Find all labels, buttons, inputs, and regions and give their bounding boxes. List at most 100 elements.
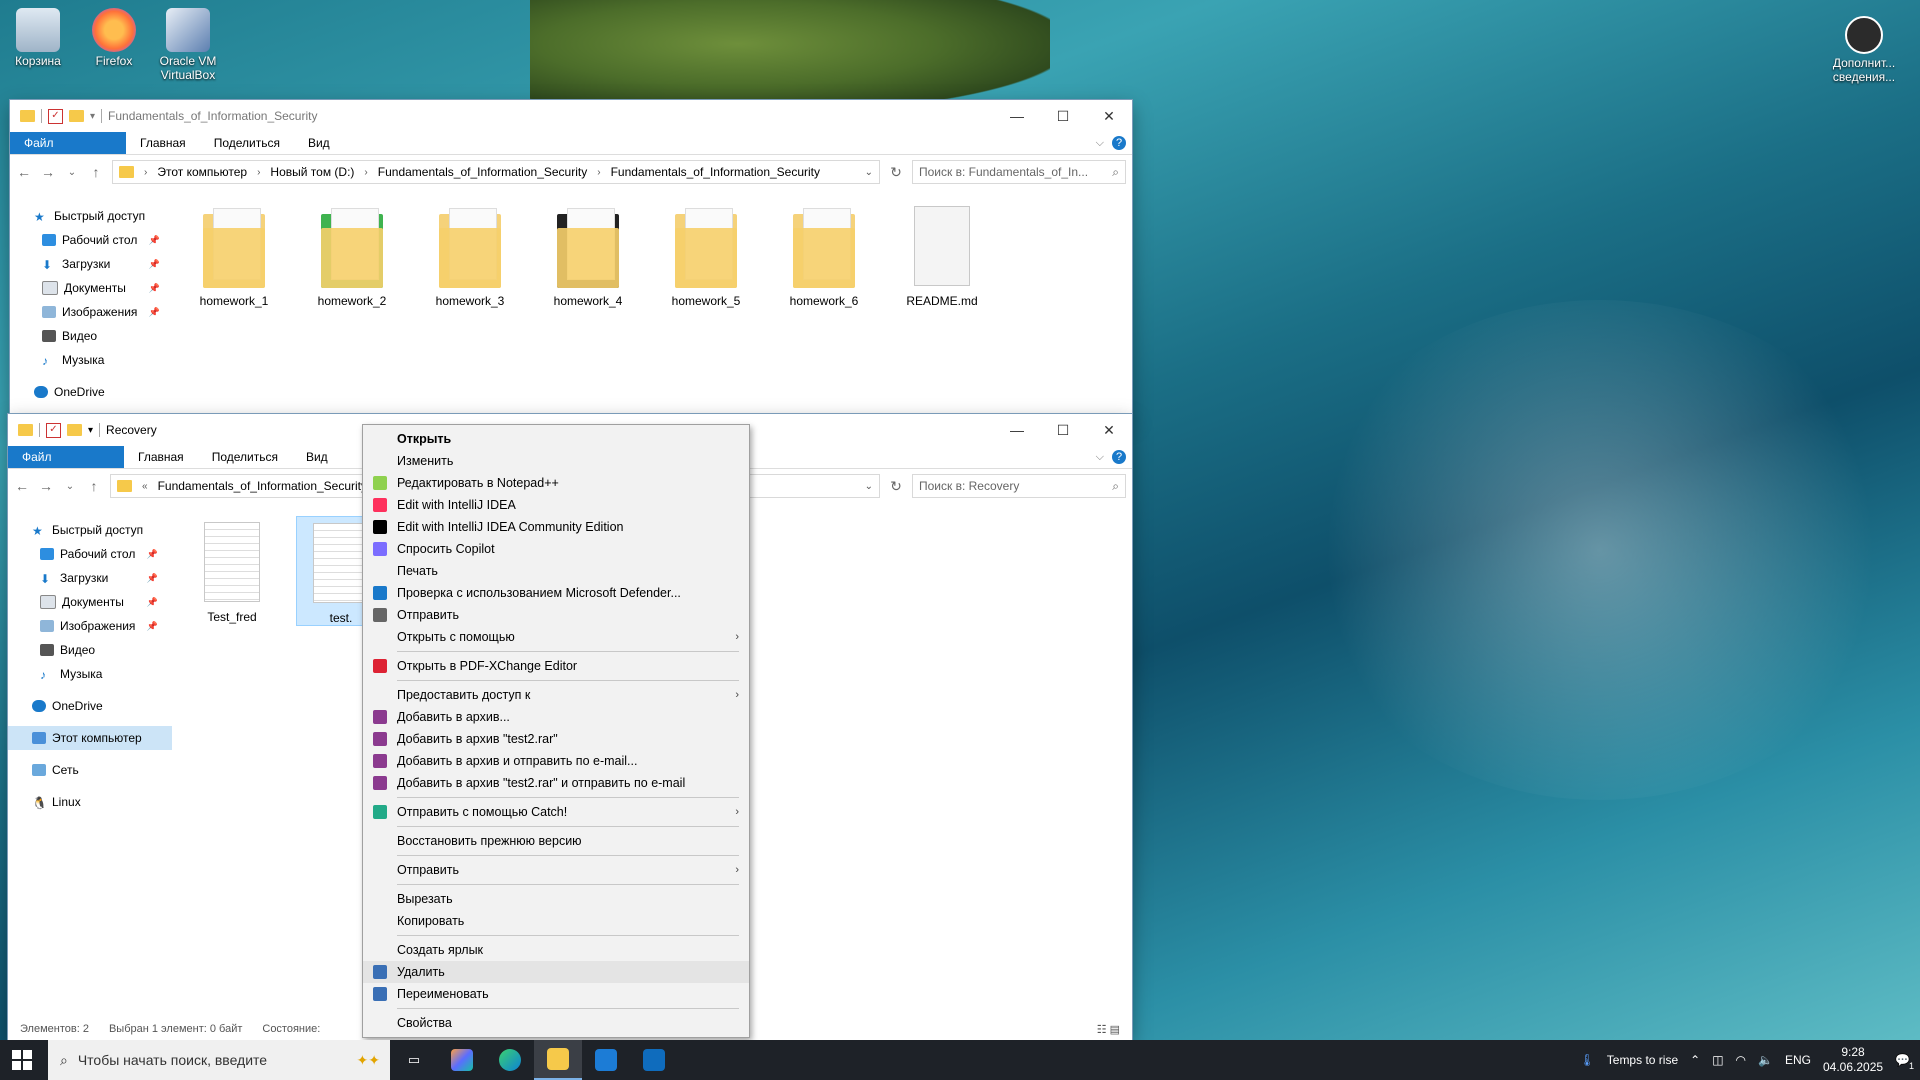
up-button[interactable]: ↑ xyxy=(86,478,102,494)
taskbar-app-edge[interactable] xyxy=(486,1040,534,1080)
weather-text[interactable]: Temps to rise xyxy=(1607,1053,1678,1067)
up-button[interactable]: ↑ xyxy=(88,164,104,180)
expand-ribbon-icon[interactable]: ⌵ xyxy=(1096,137,1104,150)
new-folder-icon[interactable] xyxy=(67,424,82,436)
refresh-icon[interactable]: ↻ xyxy=(888,164,904,181)
chevron-up-icon[interactable]: ⌃ xyxy=(1690,1053,1700,1067)
taskbar-app-store[interactable] xyxy=(582,1040,630,1080)
nav-item-pictures[interactable]: Изображения 📌 xyxy=(10,300,170,324)
context-menu-item[interactable]: Добавить в архив... xyxy=(363,706,749,728)
address-bar[interactable]: › Этот компьютер › Новый том (D:) › Fund… xyxy=(112,160,880,184)
search-input[interactable]: Поиск в: Fundamentals_of_In... ⌕ xyxy=(912,160,1126,184)
tab-file[interactable]: Файл xyxy=(10,132,126,154)
close-button[interactable]: ✕ xyxy=(1086,414,1132,446)
nav-item-documents[interactable]: Документы 📌 xyxy=(10,276,170,300)
context-menu-item[interactable]: Переименовать xyxy=(363,983,749,1005)
pin-icon[interactable]: 📌 xyxy=(147,549,158,560)
context-menu-item[interactable]: Открыть xyxy=(363,428,749,450)
file-item[interactable]: Test_fred xyxy=(188,516,276,626)
breadcrumb-item[interactable]: Новый том (D:) xyxy=(270,165,354,179)
forward-button[interactable]: → xyxy=(40,164,56,180)
context-menu-item[interactable]: Создать ярлык xyxy=(363,939,749,961)
help-icon[interactable]: ? xyxy=(1112,450,1126,464)
minimize-button[interactable]: — xyxy=(994,414,1040,446)
context-menu-item[interactable]: Отправить › xyxy=(363,859,749,881)
file-item[interactable]: homework_5 xyxy=(662,206,750,308)
file-item[interactable]: homework_1 xyxy=(190,206,278,308)
file-item[interactable]: homework_2 xyxy=(308,206,396,308)
context-menu-item[interactable]: Свойства xyxy=(363,1012,749,1034)
nav-item-documents[interactable]: Документы 📌 xyxy=(8,590,168,614)
desktop-icon-virtualbox[interactable]: Oracle VM VirtualBox xyxy=(150,4,226,82)
tab-view[interactable]: Вид xyxy=(292,446,342,468)
nav-item-desktop[interactable]: Рабочий стол 📌 xyxy=(10,228,170,252)
chevron-down-icon[interactable]: ⌄ xyxy=(865,167,873,178)
maximize-button[interactable]: ☐ xyxy=(1040,414,1086,446)
context-menu-item[interactable]: Добавить в архив и отправить по e-mail..… xyxy=(363,750,749,772)
minimize-button[interactable]: — xyxy=(994,100,1040,132)
taskbar-search[interactable]: ⌕ Чтобы начать поиск, введите ✦✦ xyxy=(48,1040,390,1080)
breadcrumb-item[interactable]: Fundamentals_of_Information_Security xyxy=(611,165,820,179)
recent-dropdown-icon[interactable]: ⌄ xyxy=(64,167,80,178)
properties-icon[interactable]: ✓ xyxy=(46,422,61,438)
task-view-button[interactable]: ▭ xyxy=(390,1040,438,1080)
title-bar[interactable]: ✓ ▾ Fundamentals_of_Information_Security… xyxy=(10,100,1132,132)
pin-icon[interactable]: 📌 xyxy=(147,573,158,584)
nav-item-pictures[interactable]: Изображения 📌 xyxy=(8,614,168,638)
context-menu-item[interactable]: Edit with IntelliJ IDEA Community Editio… xyxy=(363,516,749,538)
nav-item-network[interactable]: Сеть xyxy=(8,758,168,782)
file-item[interactable]: homework_4 xyxy=(544,206,632,308)
maximize-button[interactable]: ☐ xyxy=(1040,100,1086,132)
context-menu-item[interactable]: Проверка с использованием Microsoft Defe… xyxy=(363,582,749,604)
tab-share[interactable]: Поделиться xyxy=(200,132,294,154)
taskbar-app-copilot[interactable] xyxy=(438,1040,486,1080)
close-button[interactable]: ✕ xyxy=(1086,100,1132,132)
tab-file[interactable]: Файл xyxy=(8,446,124,468)
pin-icon[interactable]: 📌 xyxy=(147,597,158,608)
tab-view[interactable]: Вид xyxy=(294,132,344,154)
context-menu-item[interactable]: Добавить в архив "test2.rar" xyxy=(363,728,749,750)
context-menu-item[interactable]: Спросить Copilot xyxy=(363,538,749,560)
file-item[interactable]: homework_3 xyxy=(426,206,514,308)
back-button[interactable]: ← xyxy=(16,164,32,180)
forward-button[interactable]: → xyxy=(38,478,54,494)
refresh-icon[interactable]: ↻ xyxy=(888,478,904,495)
nav-item-music[interactable]: ♪ Музыка xyxy=(10,348,170,372)
taskbar-app-explorer[interactable] xyxy=(534,1040,582,1080)
nav-item-videos[interactable]: Видео xyxy=(10,324,170,348)
tab-home[interactable]: Главная xyxy=(124,446,198,468)
context-menu-item[interactable]: Отправить с помощью Catch! › xyxy=(363,801,749,823)
context-menu-item[interactable]: Отправить xyxy=(363,604,749,626)
tab-home[interactable]: Главная xyxy=(126,132,200,154)
context-menu-item[interactable]: Вырезать xyxy=(363,888,749,910)
help-icon[interactable]: ? xyxy=(1112,136,1126,150)
back-button[interactable]: ← xyxy=(14,478,30,494)
context-menu-item[interactable]: Edit with IntelliJ IDEA xyxy=(363,494,749,516)
view-toggle[interactable]: ☷ ▤ xyxy=(1097,1023,1120,1036)
file-item[interactable]: README.md xyxy=(898,206,986,308)
language-indicator[interactable]: ENG xyxy=(1785,1053,1811,1067)
context-menu-item[interactable]: Удалить xyxy=(363,961,749,983)
nav-item-desktop[interactable]: Рабочий стол 📌 xyxy=(8,542,168,566)
context-menu-item[interactable]: Печать xyxy=(363,560,749,582)
desktop-icon-recycle-bin[interactable]: Корзина xyxy=(0,4,76,68)
taskbar-app-outlook[interactable] xyxy=(630,1040,678,1080)
volume-icon[interactable]: 🔈 xyxy=(1758,1053,1773,1067)
nav-item-quick-access[interactable]: ★ Быстрый доступ xyxy=(10,204,170,228)
nav-item-linux[interactable]: 🐧 Linux xyxy=(8,790,168,814)
meet-icon[interactable]: ◫ xyxy=(1712,1053,1723,1067)
breadcrumb-item[interactable]: Этот компьютер xyxy=(157,165,247,179)
nav-item-downloads[interactable]: ⬇ Загрузки 📌 xyxy=(8,566,168,590)
nav-item-onedrive[interactable]: OneDrive xyxy=(10,380,170,404)
nav-item-music[interactable]: ♪ Музыка xyxy=(8,662,168,686)
nav-item-downloads[interactable]: ⬇ Загрузки 📌 xyxy=(10,252,170,276)
wifi-icon[interactable]: ◠ xyxy=(1736,1053,1746,1067)
chevron-down-icon[interactable]: ▾ xyxy=(88,425,93,436)
clock[interactable]: 9:28 04.06.2025 xyxy=(1823,1045,1883,1075)
desktop-icon-more-info[interactable]: Дополнит... сведения... xyxy=(1822,12,1906,84)
context-menu-item[interactable]: Изменить xyxy=(363,450,749,472)
pin-icon[interactable]: 📌 xyxy=(149,283,160,294)
new-folder-icon[interactable] xyxy=(69,110,84,122)
pin-icon[interactable]: 📌 xyxy=(149,235,160,246)
nav-item-this-pc[interactable]: Этот компьютер xyxy=(8,726,172,750)
